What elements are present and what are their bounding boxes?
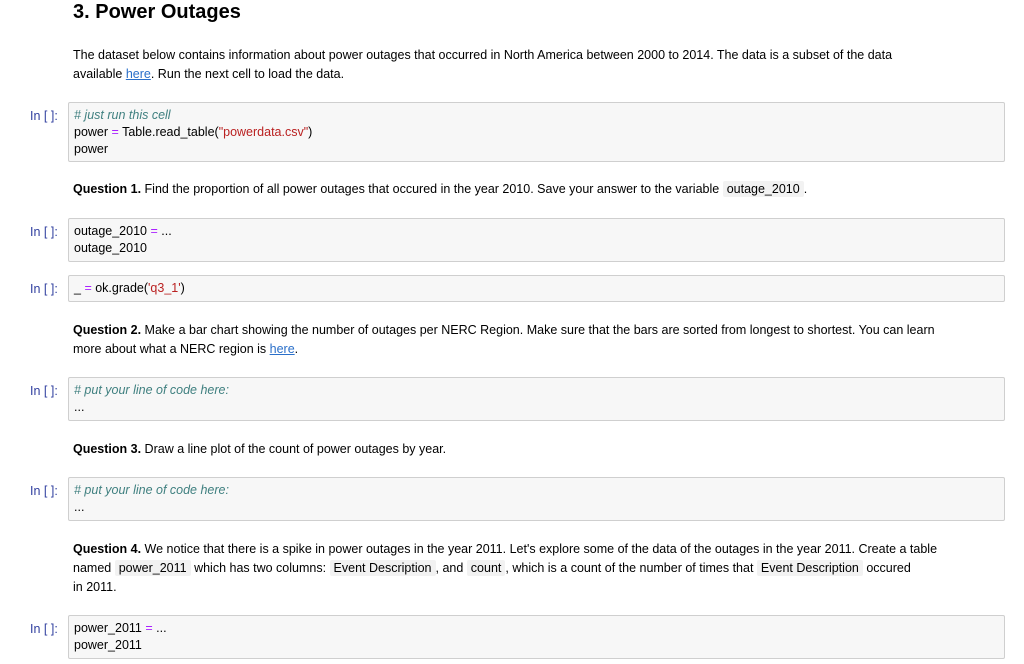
question-1-label: Question 1. (73, 182, 142, 196)
code-token: power_2011 (74, 621, 146, 635)
code-line: outage_2010 = ... (74, 223, 999, 240)
question-2-line-1: Question 2. Make a bar chart showing the… (73, 321, 1005, 340)
question-4-text-part: occured (862, 561, 911, 575)
question-2-line-2-text: more about what a NERC region is (73, 342, 270, 356)
code-line: power_2011 = ... (74, 620, 999, 637)
question-4-body: We notice that there is a spike in power… (141, 542, 938, 556)
code-token: outage_2010 (74, 224, 151, 238)
question-2-label: Question 2. (73, 323, 142, 337)
code-token: ... (152, 621, 167, 635)
code-token: ... (157, 224, 172, 238)
code-comment: # just run this cell (74, 108, 171, 122)
cell-1-prompt: In [ ]: (30, 109, 58, 123)
code-token: _ (74, 281, 85, 295)
code-comment: # put your line of code here: (74, 483, 229, 497)
code-cell-3[interactable]: _ = ok.grade('q3_1') (68, 275, 1005, 302)
question-4-line-1: Question 4. We notice that there is a sp… (73, 540, 1005, 559)
intro-text: The dataset below contains information a… (73, 46, 1005, 84)
code-comment: # put your line of code here: (74, 383, 229, 397)
code-line: _ = ok.grade('q3_1') (74, 280, 999, 297)
code-cell-6[interactable]: power_2011 = ... power_2011 (68, 615, 1005, 659)
code-line: outage_2010 (74, 241, 147, 255)
cell-4-prompt: In [ ]: (30, 384, 58, 398)
data-source-link[interactable]: here (126, 67, 151, 81)
code-line: power = Table.read_table("powerdata.csv"… (74, 124, 999, 141)
question-3-body: Draw a line plot of the count of power o… (141, 442, 447, 456)
question-4-text-part: named (73, 561, 115, 575)
inline-code: outage_2010 (722, 181, 804, 197)
question-2-line-2: more about what a NERC region is here. (73, 340, 1005, 359)
intro-line-2: available here. Run the next cell to loa… (73, 65, 1005, 84)
question-4-text-part: , which is a count of the number of time… (505, 561, 757, 575)
question-4-text: Question 4. We notice that there is a sp… (73, 540, 1005, 597)
question-4-line-3: in 2011. (73, 580, 117, 594)
question-1-end: . (803, 182, 808, 196)
intro-line-1: The dataset below contains information a… (73, 48, 893, 62)
code-token: Table.read_table( (118, 125, 219, 139)
inline-code: power_2011 (114, 560, 191, 576)
cell-3-prompt: In [ ]: (30, 282, 58, 296)
question-2-body: Make a bar chart showing the number of o… (141, 323, 935, 337)
question-3-label: Question 3. (73, 442, 142, 456)
code-operator: = (84, 281, 92, 295)
section-heading: 3. Power Outages (73, 1, 241, 23)
question-1-body: Find the proportion of all power outages… (141, 182, 723, 196)
code-cell-4[interactable]: # put your line of code here: ... (68, 377, 1005, 421)
code-token: ok.grade( (91, 281, 149, 295)
intro-line-2-text: available (73, 67, 126, 81)
code-line: power_2011 (74, 638, 142, 652)
question-3-text: Question 3. Draw a line plot of the coun… (73, 440, 1005, 459)
question-2-end: . (294, 342, 299, 356)
code-line: ... (74, 400, 85, 414)
code-string: "powerdata.csv" (218, 125, 309, 139)
question-4-text-part: which has two columns: (190, 561, 330, 575)
inline-code: Event Description (756, 560, 863, 576)
code-token: ) (308, 125, 313, 139)
inline-code: count (466, 560, 506, 576)
cell-6-prompt: In [ ]: (30, 622, 58, 636)
cell-2-prompt: In [ ]: (30, 225, 58, 239)
intro-line-2-end: . Run the next cell to load the data. (150, 67, 345, 81)
cell-5-prompt: In [ ]: (30, 484, 58, 498)
question-2-text: Question 2. Make a bar chart showing the… (73, 321, 1005, 359)
code-cell-1[interactable]: # just run this cell power = Table.read_… (68, 102, 1005, 162)
code-string: 'q3_1' (148, 281, 181, 295)
question-4-text-part: , and (435, 561, 467, 575)
code-operator: = (145, 621, 153, 635)
code-cell-2[interactable]: outage_2010 = ... outage_2010 (68, 218, 1005, 262)
code-cell-5[interactable]: # put your line of code here: ... (68, 477, 1005, 521)
code-operator: = (111, 125, 119, 139)
inline-code: Event Description (329, 560, 436, 576)
question-4-label: Question 4. (73, 542, 142, 556)
code-token: power (74, 125, 112, 139)
code-operator: = (150, 224, 158, 238)
question-4-line-2: named power_2011 which has two columns: … (73, 559, 1005, 578)
notebook: 3. Power Outages The dataset below conta… (0, 0, 1024, 664)
nerc-region-link[interactable]: here (270, 342, 295, 356)
code-line: ... (74, 500, 85, 514)
code-line: power (74, 142, 109, 156)
question-1-text: Question 1. Find the proportion of all p… (73, 180, 1005, 199)
code-token: ) (180, 281, 185, 295)
